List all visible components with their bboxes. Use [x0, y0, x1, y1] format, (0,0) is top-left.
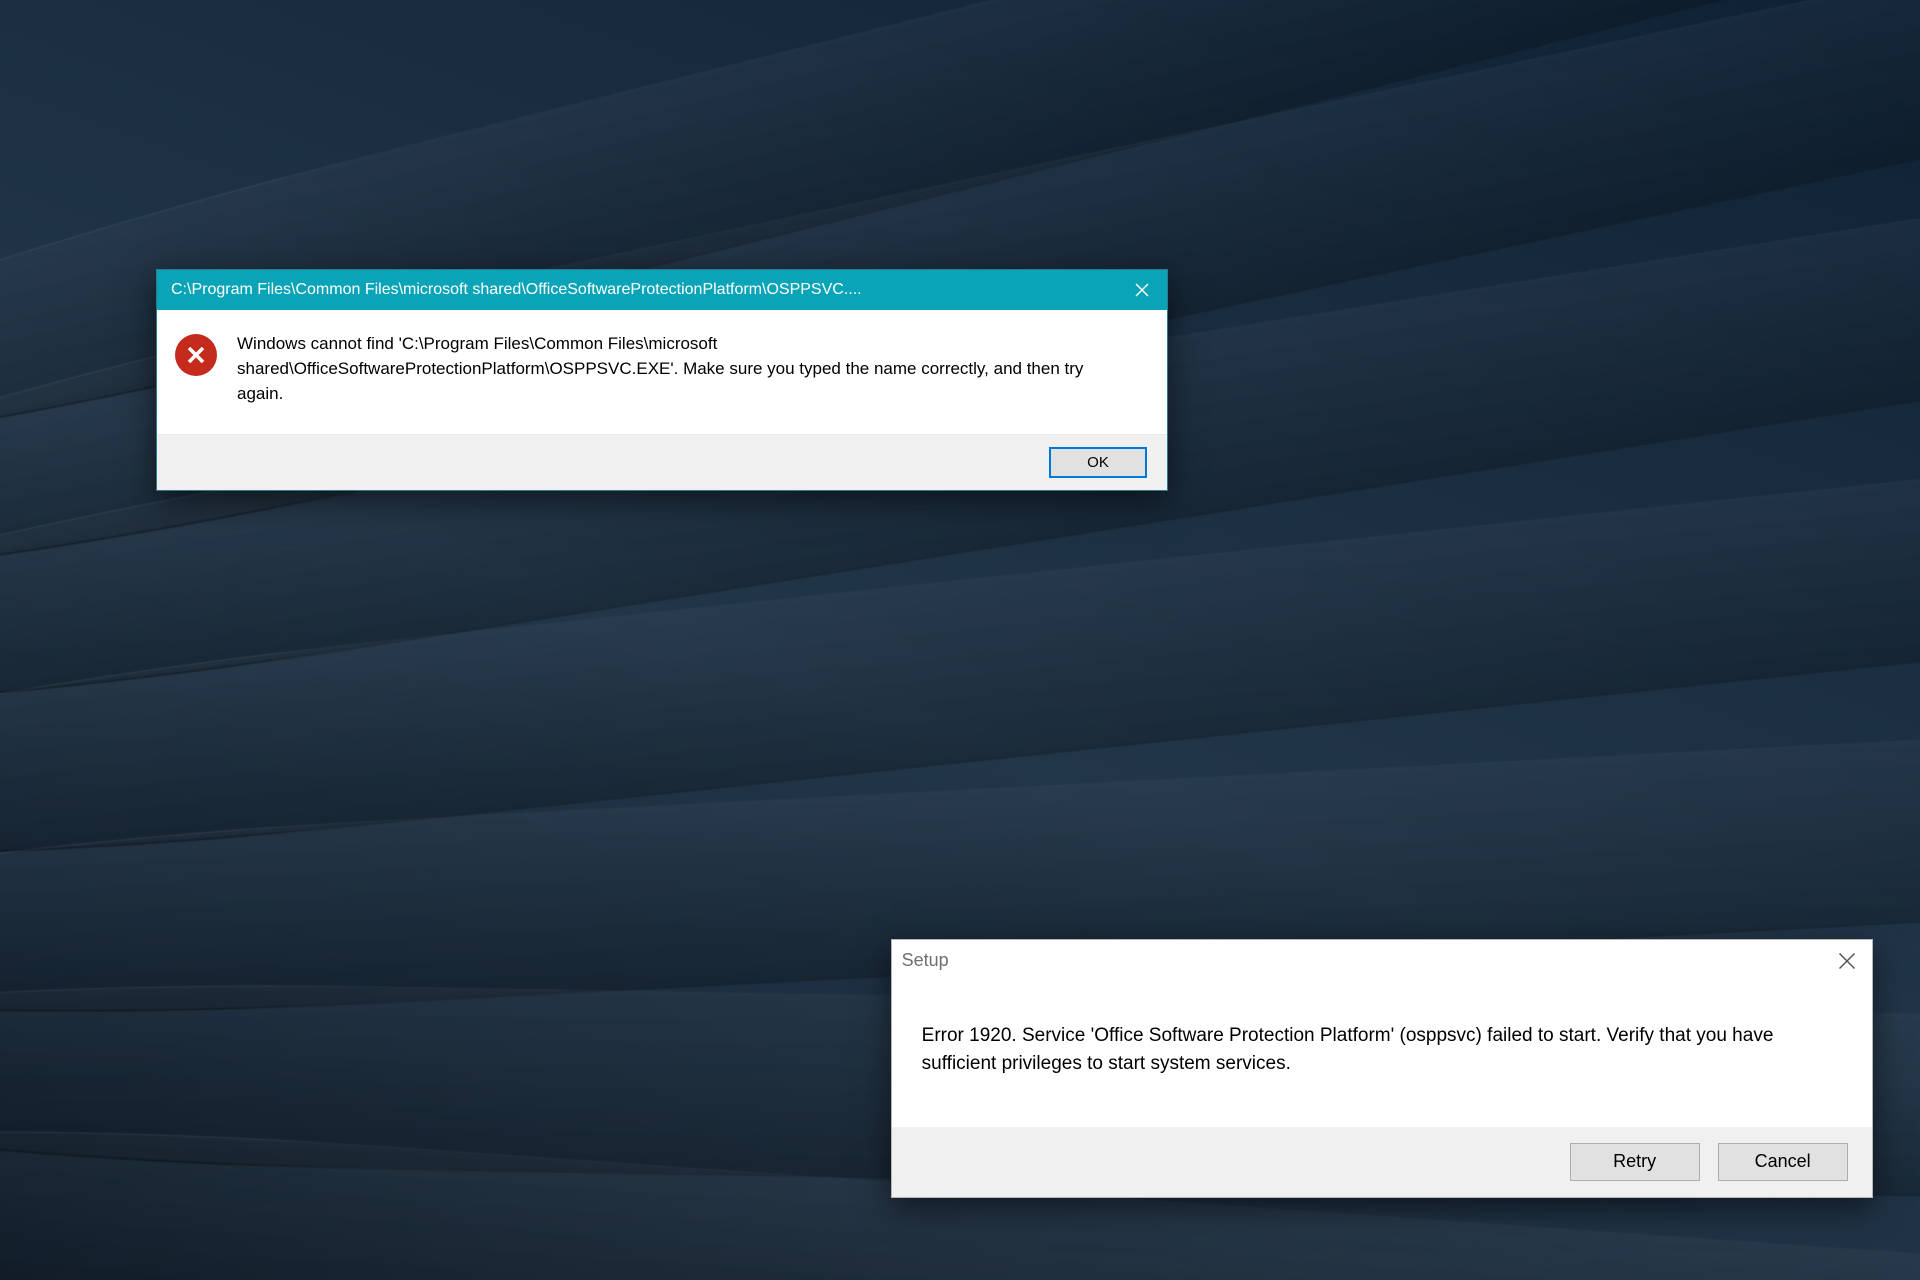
dialog-title: Setup: [902, 950, 1822, 971]
dialog-message: Windows cannot find 'C:\Program Files\Co…: [237, 332, 1117, 406]
x-mark-icon: [184, 343, 208, 367]
cancel-button[interactable]: Cancel: [1718, 1143, 1848, 1181]
dialog-message: Error 1920. Service 'Office Software Pro…: [922, 1022, 1842, 1079]
close-button[interactable]: [1117, 270, 1167, 310]
titlebar[interactable]: C:\Program Files\Common Files\microsoft …: [157, 270, 1167, 310]
close-icon: [1837, 951, 1857, 971]
error-icon: [175, 334, 217, 376]
ok-button[interactable]: OK: [1049, 447, 1147, 478]
close-button[interactable]: [1822, 940, 1872, 982]
retry-button[interactable]: Retry: [1570, 1143, 1700, 1181]
dialog-body: Error 1920. Service 'Office Software Pro…: [892, 982, 1872, 1127]
desktop-background: C:\Program Files\Common Files\microsoft …: [0, 0, 1920, 1280]
setup-error-dialog: Setup Error 1920. Service 'Office Softwa…: [891, 939, 1873, 1198]
titlebar[interactable]: Setup: [892, 940, 1872, 982]
dialog-title: C:\Program Files\Common Files\microsoft …: [171, 281, 1117, 299]
close-icon: [1134, 282, 1150, 298]
error-dialog-file-not-found: C:\Program Files\Common Files\microsoft …: [156, 269, 1168, 491]
dialog-footer: OK: [157, 434, 1167, 490]
dialog-body: Windows cannot find 'C:\Program Files\Co…: [157, 310, 1167, 434]
dialog-footer: Retry Cancel: [892, 1127, 1872, 1197]
